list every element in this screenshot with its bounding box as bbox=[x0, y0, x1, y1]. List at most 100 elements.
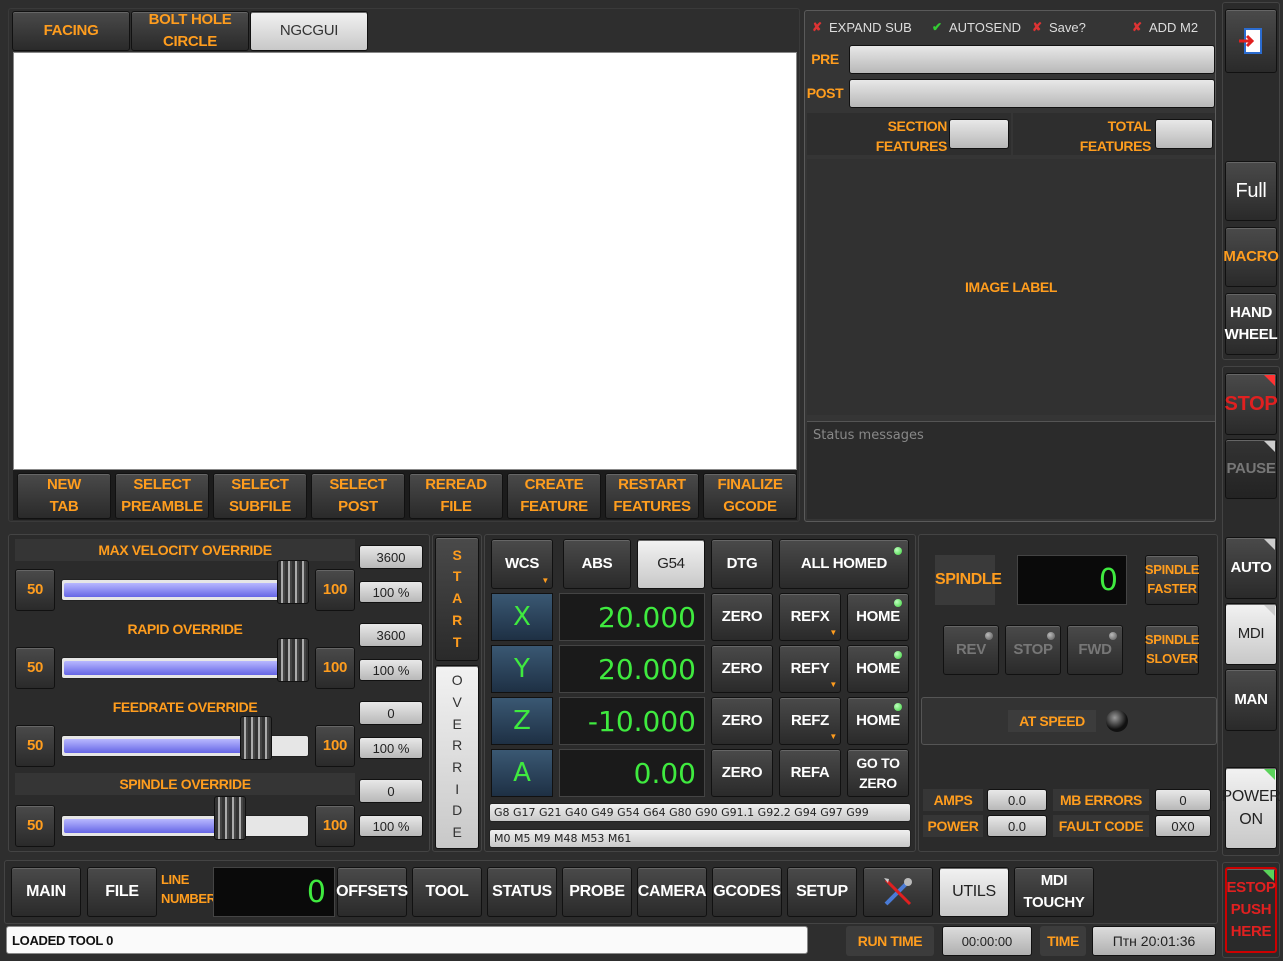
override-button[interactable]: OVERRIDE bbox=[435, 665, 479, 849]
axis-x-button[interactable]: X bbox=[491, 593, 553, 641]
save-checkbox[interactable]: ✘ Save? bbox=[1031, 17, 1131, 37]
add-m2-checkbox[interactable]: ✘ ADD M2 bbox=[1131, 17, 1211, 37]
dropdown-arrow-icon: ▼ bbox=[541, 576, 549, 586]
all-homed-button[interactable]: ALL HOMED bbox=[779, 539, 909, 589]
ngcgui-content-area bbox=[13, 52, 797, 470]
rapid-override-max-button[interactable]: 100 bbox=[315, 647, 355, 689]
estop-button[interactable]: ESTOP PUSH HERE bbox=[1225, 867, 1277, 953]
start-button[interactable]: START bbox=[435, 537, 479, 661]
pause-button[interactable]: PAUSE bbox=[1225, 439, 1277, 499]
camera-tab-button[interactable]: CAMERA bbox=[637, 867, 707, 917]
refy-button[interactable]: REFY ▼ bbox=[779, 645, 841, 693]
home-x-button[interactable]: HOME bbox=[847, 593, 909, 641]
rapid-override-title: RAPID OVERRIDE bbox=[127, 621, 243, 637]
zero-a-button[interactable]: ZERO bbox=[711, 749, 773, 797]
max-velocity-min-button[interactable]: 50 bbox=[15, 569, 55, 611]
power-on-button[interactable]: POWER ON bbox=[1222, 767, 1281, 849]
g54-button[interactable]: G54 bbox=[637, 539, 705, 589]
slider-handle[interactable] bbox=[277, 560, 309, 604]
restart-features-button[interactable]: RESTART FEATURES bbox=[605, 473, 699, 519]
abs-button[interactable]: ABS bbox=[563, 539, 631, 589]
post-field[interactable] bbox=[849, 79, 1215, 108]
wcs-button[interactable]: WCS ▼ bbox=[491, 539, 553, 589]
axis-z-button[interactable]: Z bbox=[491, 697, 553, 745]
select-post-button[interactable]: SELECT POST bbox=[311, 473, 405, 519]
full-button[interactable]: Full bbox=[1225, 161, 1277, 221]
spindle-override-min-button[interactable]: 50 bbox=[15, 805, 55, 847]
feedrate-override-max-button[interactable]: 100 bbox=[315, 725, 355, 767]
main-tab-button[interactable]: MAIN bbox=[11, 867, 81, 917]
new-tab-button[interactable]: NEW TAB bbox=[17, 473, 111, 519]
max-velocity-max-button[interactable]: 100 bbox=[315, 569, 355, 611]
section-features-group: SECTION FEATURES bbox=[807, 113, 1011, 155]
setup-tab-button[interactable]: SETUP bbox=[787, 867, 857, 917]
feedrate-override-min-button[interactable]: 50 bbox=[15, 725, 55, 767]
rapid-override-slider[interactable] bbox=[61, 638, 309, 682]
expand-sub-checkbox[interactable]: ✘ EXPAND SUB bbox=[811, 17, 931, 37]
probe-tab-button[interactable]: PROBE bbox=[562, 867, 632, 917]
spindle-label: SPINDLE bbox=[935, 555, 1002, 605]
tool-tab-button[interactable]: TOOL bbox=[412, 867, 482, 917]
home-led-icon bbox=[894, 651, 902, 659]
axis-z-value: -10.000 bbox=[559, 697, 705, 745]
spindle-override-slider[interactable] bbox=[61, 796, 309, 840]
manual-mode-button[interactable]: MAN bbox=[1225, 669, 1277, 731]
status-tab-button[interactable]: STATUS bbox=[487, 867, 557, 917]
refx-button[interactable]: REFX ▼ bbox=[779, 593, 841, 641]
offsets-tab-button[interactable]: OFFSETS bbox=[336, 867, 408, 917]
pre-field[interactable] bbox=[849, 45, 1215, 74]
spindle-faster-button[interactable]: SPINDLE FASTER bbox=[1145, 555, 1199, 605]
mdi-mode-button[interactable]: MDI bbox=[1225, 603, 1277, 665]
ngcgui-panel: FACING BOLT HOLE CIRCLE NGCGUI NEW TAB S… bbox=[8, 8, 800, 522]
zero-x-button[interactable]: ZERO bbox=[711, 593, 773, 641]
refz-button[interactable]: REFZ ▼ bbox=[779, 697, 841, 745]
refa-button[interactable]: REFA bbox=[779, 749, 841, 797]
tab-facing[interactable]: FACING bbox=[12, 11, 130, 51]
spindle-stop-button[interactable]: STOP bbox=[1005, 625, 1061, 675]
exit-button[interactable] bbox=[1225, 9, 1277, 73]
spindle-slower-button[interactable]: SPINDLE SLOVER bbox=[1145, 625, 1199, 675]
finalize-gcode-button[interactable]: FINALIZE GCODE bbox=[703, 473, 797, 519]
select-subfile-button[interactable]: SELECT SUBFILE bbox=[213, 473, 307, 519]
mdi-touchy-tab-button[interactable]: MDI TOUCHY bbox=[1014, 867, 1094, 917]
spindle-fwd-button[interactable]: FWD bbox=[1067, 625, 1123, 675]
reread-file-button[interactable]: REREAD FILE bbox=[409, 473, 503, 519]
max-velocity-title: MAX VELOCITY OVERRIDE bbox=[15, 539, 355, 561]
spindle-override-percent: 100 % bbox=[359, 815, 423, 837]
slider-handle[interactable] bbox=[277, 638, 309, 682]
spindle-override-max-button[interactable]: 100 bbox=[315, 805, 355, 847]
tools-settings-button[interactable] bbox=[863, 867, 933, 917]
max-velocity-slider[interactable] bbox=[61, 560, 309, 604]
total-features-label: TOTAL FEATURES bbox=[1079, 118, 1152, 154]
go-to-zero-button[interactable]: GO TO ZERO bbox=[847, 749, 909, 797]
tab-bolt-hole-circle[interactable]: BOLT HOLE CIRCLE bbox=[131, 11, 249, 51]
spindle-rev-button[interactable]: REV bbox=[943, 625, 999, 675]
stop-button[interactable]: STOP bbox=[1225, 373, 1278, 435]
zero-y-button[interactable]: ZERO bbox=[711, 645, 773, 693]
home-y-button[interactable]: HOME bbox=[847, 645, 909, 693]
axis-a-button[interactable]: A bbox=[491, 749, 553, 797]
feedrate-override-slider[interactable] bbox=[61, 716, 309, 760]
create-feature-button[interactable]: CREATE FEATURE bbox=[507, 473, 601, 519]
dtg-button[interactable]: DTG bbox=[711, 539, 773, 589]
gcodes-tab-button[interactable]: GCODES bbox=[712, 867, 782, 917]
utils-tab-button[interactable]: UTILS bbox=[939, 867, 1009, 917]
hand-wheel-button[interactable]: HAND WHEEL bbox=[1225, 293, 1278, 355]
tab-ngcgui[interactable]: NGCGUI bbox=[250, 11, 368, 51]
slider-handle[interactable] bbox=[240, 716, 272, 760]
rapid-override-min-button[interactable]: 50 bbox=[15, 647, 55, 689]
section-features-label: SECTION FEATURES bbox=[875, 118, 948, 154]
zero-z-button[interactable]: ZERO bbox=[711, 697, 773, 745]
pre-label: PRE bbox=[811, 51, 839, 67]
file-tab-button[interactable]: FILE bbox=[87, 867, 157, 917]
options-row: ✘ EXPAND SUB ✔ AUTOSEND ✘ Save? ✘ ADD M2 bbox=[811, 17, 1211, 37]
auto-mode-button[interactable]: AUTO bbox=[1225, 537, 1277, 599]
home-led-icon bbox=[894, 599, 902, 607]
select-preamble-button[interactable]: SELECT PREAMBLE bbox=[115, 473, 209, 519]
autosend-checkbox[interactable]: ✔ AUTOSEND bbox=[931, 17, 1031, 37]
macro-button[interactable]: MACRO bbox=[1223, 227, 1279, 287]
slider-handle[interactable] bbox=[214, 796, 246, 840]
home-z-button[interactable]: HOME bbox=[847, 697, 909, 745]
axis-y-button[interactable]: Y bbox=[491, 645, 553, 693]
image-label: IMAGE LABEL bbox=[964, 279, 1058, 295]
